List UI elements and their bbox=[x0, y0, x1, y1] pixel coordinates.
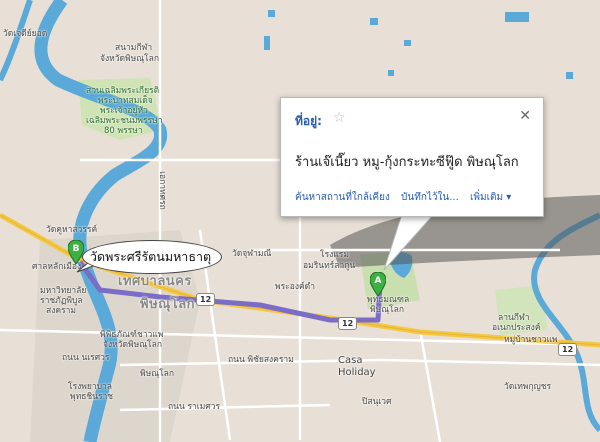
map-label: พระองค์ดำ bbox=[275, 282, 315, 292]
place-name: ร้านเจ๊เนี๊ยว หมู-กุ้งกระทะซีฟู๊ด พิษณุโ… bbox=[295, 155, 519, 170]
map-pin-icon: A bbox=[369, 271, 387, 297]
marker-a[interactable]: A bbox=[369, 271, 387, 300]
close-icon[interactable]: ✕ bbox=[519, 108, 531, 124]
map-label: เฉลิมพระชนมพรรษา bbox=[86, 116, 163, 126]
marker-a-letter: A bbox=[375, 276, 382, 286]
map-label: พุทธชินราช bbox=[70, 392, 114, 402]
map-label: สงคราม bbox=[46, 306, 76, 316]
map-label: ถนน ราเมศวร bbox=[168, 402, 221, 412]
map-label: โรงแรม bbox=[320, 250, 349, 260]
map-label: พระเจ้าอยู่หัว bbox=[100, 106, 148, 116]
route-shield: 12 bbox=[558, 343, 578, 356]
star-icon[interactable]: ☆ bbox=[333, 110, 346, 126]
map-label: วัดคูหาสวรรค์ bbox=[46, 225, 98, 235]
map-label: เอกาทศรถ bbox=[156, 171, 167, 210]
map-label: สนามกีฬา bbox=[115, 43, 153, 53]
map-pin-icon: B bbox=[67, 239, 85, 265]
map-label: Holiday bbox=[338, 367, 376, 378]
map-label: มหาวิทยาลัย bbox=[40, 286, 87, 296]
map-label: หมู่บ้านชาวแพ bbox=[504, 335, 558, 345]
map-base bbox=[0, 0, 600, 442]
save-to-link[interactable]: บันทึกไว้ใน... bbox=[401, 192, 459, 203]
callout-bubble-text: วัดพระศรีรัตนมหาธาตุ bbox=[90, 249, 212, 264]
marker-b-letter: B bbox=[73, 244, 80, 254]
map-label: ถนน นเรศวร bbox=[62, 353, 110, 363]
map-label: พิษณุโลก bbox=[370, 305, 405, 315]
district-label: เทศบาลนคร bbox=[118, 274, 192, 289]
route-shield: 12 bbox=[196, 293, 216, 306]
map-label: โรงพยาบาล bbox=[68, 382, 113, 392]
map-label: จังหวัดพิษณุโลก bbox=[100, 54, 160, 64]
info-window-links: ค้นหาสถานที่ใกล้เคียง บันทึกไว้ใน... เพิ… bbox=[295, 190, 519, 205]
map-label: Casa bbox=[338, 355, 363, 366]
district-label: พิษณุโลก bbox=[140, 297, 196, 312]
map-label: ถนน พิชัยสงคราม bbox=[228, 355, 294, 365]
more-link[interactable]: เพิ่มเติม ▾ bbox=[470, 192, 511, 203]
info-window: ที่อยู่: ☆ ✕ ร้านเจ๊เนี๊ยว หมู-กุ้งกระทะ… bbox=[280, 97, 544, 217]
map-label: อมรินทร์ลากูน bbox=[303, 261, 356, 271]
search-nearby-link[interactable]: ค้นหาสถานที่ใกล้เคียง bbox=[295, 192, 390, 203]
map-label: จังหวัดพิษณุโลก bbox=[103, 340, 163, 350]
route-shield: 12 bbox=[338, 317, 358, 330]
info-window-title: ที่อยู่: bbox=[295, 114, 322, 128]
map-label: พระบาทสมเด็จ bbox=[98, 96, 153, 106]
map-label: 80 พรรษา bbox=[104, 126, 143, 136]
map-label: วัดเทพกุญชร bbox=[504, 382, 552, 392]
infowindow-tail bbox=[383, 212, 436, 271]
map-label: ลานกีฬา bbox=[498, 313, 530, 323]
map-label: พิษณุโลก bbox=[140, 369, 175, 379]
map-canvas[interactable]: วัดเจดีย์ยอด สนามกีฬา จังหวัดพิษณุโลก สว… bbox=[0, 0, 600, 442]
map-label: สวนเฉลิมพระเกียรติ bbox=[86, 86, 160, 96]
map-label: ราชภัฏพิบูล bbox=[40, 296, 83, 306]
map-label: อเนกประสงค์ bbox=[492, 323, 541, 333]
map-label: วัดจุฬามณี bbox=[232, 249, 272, 259]
map-label: วัดเจดีย์ยอด bbox=[3, 29, 48, 39]
map-label: ปิสนุเวศ bbox=[362, 397, 392, 407]
map-label: พิพิธภัณฑ์ชาวแพ bbox=[100, 330, 164, 340]
